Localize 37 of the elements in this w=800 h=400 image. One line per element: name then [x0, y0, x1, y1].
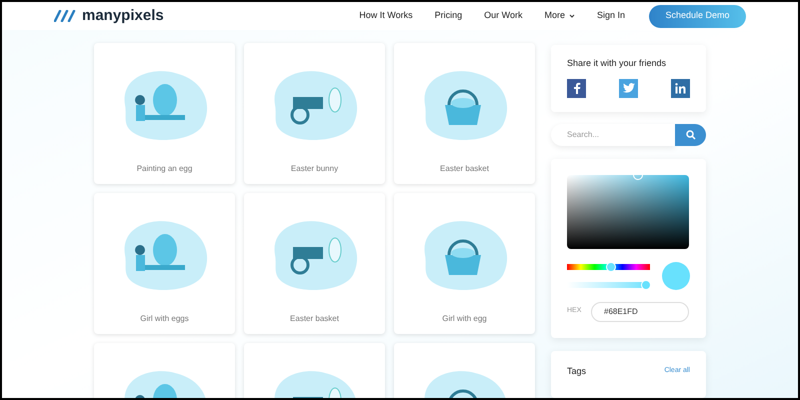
share-title: Share it with your friends [567, 57, 668, 70]
nav-dropdown[interactable]: More [544, 9, 575, 23]
illustration-card[interactable]: Easter bunny [244, 43, 385, 184]
color-swatch [662, 262, 690, 290]
nav-link[interactable]: Our Work [484, 9, 522, 23]
card-title: Girl with egg [442, 313, 487, 325]
nav-link[interactable]: Sign In [596, 9, 625, 23]
search-field[interactable]: Search... [551, 124, 675, 146]
linkedin-icon [674, 82, 686, 94]
slider-thumb[interactable] [640, 280, 651, 290]
illustration-card[interactable]: Girl with egg [394, 193, 535, 334]
card-title: Painting an egg [136, 163, 192, 175]
search-button[interactable] [675, 124, 706, 146]
card-title: Easter basket [440, 163, 489, 175]
logo-text: manypixels [82, 6, 164, 26]
hex-field[interactable]: #68E1FD [591, 302, 689, 322]
illustration-card[interactable]: Painting an egg [94, 43, 235, 184]
card-title: Easter bunny [290, 163, 338, 175]
hue-slider[interactable] [567, 264, 650, 270]
logo-icon [54, 10, 78, 22]
slider-thumb[interactable] [606, 262, 616, 272]
card-title: Easter basket [290, 313, 339, 325]
share-button[interactable] [671, 78, 690, 98]
facebook-icon [572, 82, 580, 94]
schedule-demo-button[interactable]: Schedule Demo [649, 4, 746, 28]
nav-link[interactable]: Pricing [434, 9, 462, 23]
share-button[interactable] [567, 78, 586, 98]
illustration-card[interactable]: Girl with eggs [94, 193, 235, 334]
card-title: Girl with eggs [140, 313, 189, 325]
illustration-card[interactable]: Easter basket [244, 193, 385, 334]
bird-icon [622, 83, 634, 93]
illustration-card[interactable]: Easter basket [394, 43, 535, 184]
search-icon [686, 130, 696, 140]
nav-link[interactable]: How It Works [359, 9, 413, 23]
tags-title: Tags [567, 364, 586, 378]
opacity-slider[interactable] [567, 282, 650, 288]
chevron-down-icon [568, 14, 575, 18]
